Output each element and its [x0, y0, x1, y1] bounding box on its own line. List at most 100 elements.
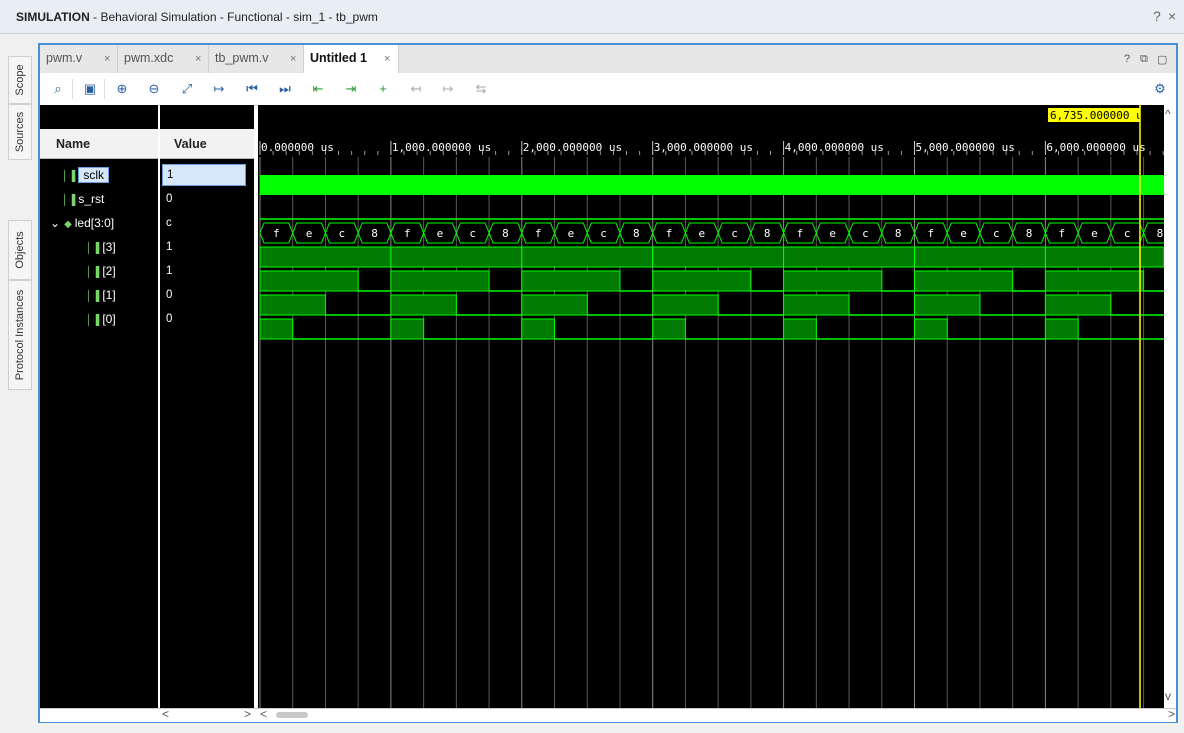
help-icon[interactable]: ?	[1153, 8, 1161, 24]
bit-high-pulse	[914, 318, 948, 340]
signal-name: [1]	[102, 288, 116, 302]
signal-name-row[interactable]: │▐ sclk	[62, 164, 110, 186]
signal-name-row[interactable]: │▐ [3]	[86, 236, 116, 258]
expand-chevron-icon[interactable]: ⌄	[50, 216, 60, 230]
scroll-thumb[interactable]	[276, 712, 308, 718]
cursor-time-label: 6,735.000000 u	[1050, 109, 1143, 122]
vertical-scrollbar[interactable]: ^ v	[1164, 105, 1176, 708]
tab-pwm-v[interactable]: pwm.v ×	[40, 45, 118, 73]
logic-signal-icon: │▐	[86, 315, 100, 326]
close-icon[interactable]: ×	[1168, 8, 1176, 24]
window-titlebar: SIMULATION - Behavioral Simulation - Fun…	[0, 0, 1184, 34]
bit-high-pulse	[914, 294, 981, 316]
bit-high-pulse	[521, 246, 654, 268]
name-column-header[interactable]: Name	[40, 129, 158, 159]
side-tab-objects-label: Objects	[14, 231, 26, 269]
title-prefix: SIMULATION	[16, 10, 90, 24]
signal-name-row[interactable]: │▐ [0]	[86, 308, 116, 330]
signal-name-row[interactable]: │▐ s_rst	[62, 188, 104, 210]
horizontal-scrollbar[interactable]: < > < >	[40, 707, 1176, 722]
signal-name-row[interactable]: │▐ [1]	[86, 284, 116, 306]
bit-high-pulse	[652, 294, 719, 316]
go-to-time-0-icon[interactable]: ⏮	[242, 79, 262, 99]
signal-name-row[interactable]: │▐ [2]	[86, 260, 116, 282]
gear-icon[interactable]: ⚙	[1150, 79, 1170, 99]
bus-value-label: 8	[633, 227, 640, 240]
wave-scroll-left-icon[interactable]: <	[260, 707, 267, 721]
tab-label: Untitled 1	[310, 51, 367, 65]
panel-maximize-icon[interactable]: ▢	[1157, 53, 1167, 66]
bit-high-pulse	[259, 246, 392, 268]
bit-high-pulse	[259, 294, 326, 316]
logic-signal-icon: │▐	[86, 291, 100, 302]
signal-name: sclk	[78, 167, 110, 183]
tab-label: tb_pwm.v	[215, 51, 269, 65]
previous-transition-icon[interactable]: ⇤	[308, 79, 328, 99]
next-marker-icon[interactable]: ↦	[438, 79, 458, 99]
swap-cursors-icon[interactable]: ⇆	[471, 79, 491, 99]
signal-value[interactable]: 1	[162, 164, 246, 186]
tab-untitled-1[interactable]: Untitled 1 ×	[304, 45, 399, 73]
tab-tb-pwm-v[interactable]: tb_pwm.v ×	[209, 45, 304, 73]
value-column-header[interactable]: Value	[160, 129, 254, 159]
tab-label: pwm.xdc	[124, 51, 174, 65]
signal-value[interactable]: 0	[166, 308, 172, 330]
next-transition-icon[interactable]: ⇥	[341, 79, 361, 99]
toolbar-separator	[104, 79, 105, 99]
bus-value-label: e	[960, 227, 967, 240]
tab-pwm-xdc[interactable]: pwm.xdc ×	[118, 45, 209, 73]
go-to-cursor-icon[interactable]: ↦	[209, 79, 229, 99]
bus-value-label: e	[698, 227, 705, 240]
go-to-last-time-icon[interactable]: ⏭	[275, 79, 295, 99]
side-tab-sources[interactable]: Sources	[8, 104, 32, 160]
signal-value[interactable]: c	[166, 212, 172, 234]
bit-high-pulse	[652, 318, 686, 340]
bus-value-label: e	[568, 227, 575, 240]
bit-high-pulse	[783, 246, 915, 268]
side-tab-objects[interactable]: Objects	[8, 220, 32, 280]
bus-value-label: e	[1091, 227, 1098, 240]
bus-value-label: f	[928, 227, 935, 240]
wave-scroll-right-icon[interactable]: >	[1168, 707, 1175, 721]
time-tick-label: 3,000.000000 us	[654, 141, 753, 154]
zoom-fit-icon[interactable]: ⤢	[177, 79, 197, 99]
tab-close-icon[interactable]: ×	[290, 53, 296, 65]
tab-close-icon[interactable]: ×	[195, 53, 201, 65]
time-tick-label: 2,000.000000 us	[523, 141, 622, 154]
bit-high-pulse	[783, 270, 883, 292]
zoom-out-icon[interactable]: ⊖	[144, 79, 164, 99]
scroll-left-icon[interactable]: <	[162, 707, 169, 721]
bus-value-label: f	[535, 227, 542, 240]
bit-high-pulse	[521, 294, 588, 316]
signal-name-row[interactable]: ⌄ ◆ led[3:0]	[50, 212, 114, 234]
scroll-up-icon[interactable]: ^	[1165, 107, 1171, 121]
scroll-right-icon[interactable]: >	[244, 707, 251, 721]
bus-value-label: c	[862, 227, 869, 240]
bit-high-pulse	[259, 318, 294, 340]
bus-value-label: c	[600, 227, 607, 240]
waveform-canvas[interactable]: 0.000000 us 1,000.000000 us 2,000.000000 u…	[258, 105, 1164, 708]
waveform-toolbar: ⌕ ▣ ⊕ ⊖ ⤢ ↦ ⏮ ⏭ ⇤ ⇥ + ↤ ↦ ⇆ ⚙	[40, 73, 1176, 106]
waveform-area[interactable]: 0.000000 us 1,000.000000 us 2,000.000000 u…	[258, 105, 1164, 708]
panel-restore-icon[interactable]: ⧉	[1140, 53, 1148, 66]
side-tab-scope[interactable]: Scope	[8, 56, 32, 104]
tab-close-icon[interactable]: ×	[384, 53, 390, 65]
signal-value[interactable]: 0	[166, 284, 172, 306]
editor-tabs: pwm.v × pwm.xdc × tb_pwm.v × Untitled 1 × ? …	[40, 45, 1176, 74]
add-marker-icon[interactable]: +	[373, 79, 393, 99]
tab-close-icon[interactable]: ×	[104, 53, 110, 65]
value-column: Value 10c1100	[160, 105, 254, 708]
signal-name: s_rst	[78, 192, 105, 206]
scroll-down-icon[interactable]: v	[1165, 689, 1171, 703]
signal-value[interactable]: 1	[166, 260, 172, 282]
zoom-in-icon[interactable]: ⊕	[112, 79, 132, 99]
previous-marker-icon[interactable]: ↤	[406, 79, 426, 99]
search-icon[interactable]: ⌕	[48, 79, 68, 99]
signal-name: [0]	[102, 312, 116, 326]
panel-help-icon[interactable]: ?	[1124, 53, 1130, 65]
signal-value[interactable]: 1	[166, 236, 172, 258]
side-tab-protocol-instances[interactable]: Protocol Instances	[8, 280, 32, 390]
signal-value[interactable]: 0	[166, 188, 172, 210]
save-icon[interactable]: ▣	[80, 79, 100, 99]
bit-high-pulse	[652, 246, 785, 268]
